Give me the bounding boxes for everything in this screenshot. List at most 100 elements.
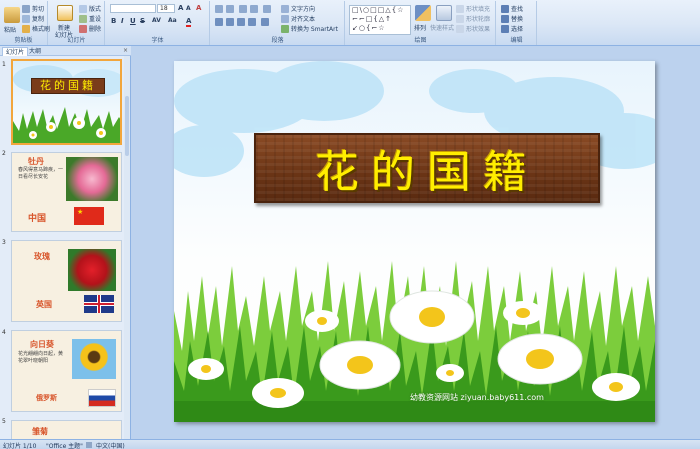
slides-panel: 幻灯片 大纲 × 1 花的国籍 2 牡丹 春风得意马蹄疾，一日看尽长安花 中国 … (0, 46, 131, 439)
smartart-button[interactable]: 转换为 SmartArt (281, 24, 338, 33)
watermark-text: 幼教资源网站 ziyuan.baby611.com (410, 393, 544, 402)
thumb1-title: 花的国籍 (40, 79, 96, 92)
title-board[interactable]: 花的国籍 (254, 133, 600, 203)
shape-fill-button[interactable]: 形状填充 (456, 4, 490, 13)
shapes-gallery[interactable]: □\○□□△{☆ ⌐⌐□{△↑ ↙○{⌐☆ (349, 5, 411, 35)
slide-thumbnail-2[interactable]: 牡丹 春风得意马蹄疾，一日看尽长安花 中国 ★ (11, 152, 122, 232)
spellcheck-icon[interactable] (86, 442, 92, 448)
slide-canvas[interactable]: 花的国籍 幼教资源网站 ziyuan.baby611.com (174, 61, 655, 422)
peony-image (66, 157, 118, 201)
layout-icon (79, 4, 87, 13)
format-painter-button[interactable]: 格式刷 (22, 24, 50, 33)
cut-button[interactable]: 剪切 (22, 4, 44, 13)
smartart-icon (281, 24, 289, 33)
drawing-group: □\○□□△{☆ ⌐⌐□{△↑ ↙○{⌐☆ 排列 快速样式 形状填充 形状轮廓 … (346, 1, 496, 45)
slide-number: 1 (2, 61, 6, 68)
close-icon[interactable]: × (123, 47, 128, 54)
effects-icon (456, 24, 464, 33)
thumb3-country: 英国 (36, 299, 52, 309)
shape-fill-label: 形状填充 (466, 6, 491, 13)
clipboard-group-label: 剪贴板 (14, 37, 33, 44)
slide-title[interactable]: 花的国籍 (256, 135, 598, 201)
status-bar: 幻灯片 1/10 "Office 主题" 中文(中国) (0, 439, 700, 449)
clear-format-button[interactable]: A (196, 4, 201, 12)
align-left-icon[interactable] (215, 18, 223, 26)
italic-button[interactable]: I (121, 17, 124, 25)
paint-bucket-icon (456, 4, 464, 13)
copy-label: 复制 (32, 16, 45, 23)
reset-icon (79, 14, 87, 23)
tab-outline[interactable]: 大纲 (26, 47, 44, 56)
numbering-icon[interactable] (226, 5, 234, 13)
paste-icon[interactable] (4, 7, 20, 23)
slide-thumbnail-4[interactable]: 向日葵 花光翩翩向日起，黄花翠叶晓朝阳 俄罗斯 (11, 330, 122, 412)
arrange-button[interactable]: 排列 (414, 23, 426, 32)
slide-number: 3 (2, 239, 6, 246)
sunflower-image (72, 339, 116, 379)
reset-label: 重设 (89, 16, 102, 23)
font-color-button[interactable]: A (186, 17, 192, 27)
editing-group-label: 编辑 (510, 37, 523, 44)
scrollbar-thumb[interactable] (125, 96, 129, 156)
replace-label: 替换 (511, 16, 524, 23)
shrink-font-button[interactable]: A (186, 5, 191, 12)
align-text-icon (281, 14, 289, 23)
delete-slide-button[interactable]: 删除 (79, 24, 101, 33)
thumb1-art (13, 65, 120, 143)
slide-thumbnail-5[interactable]: 雏菊 (11, 420, 122, 439)
decrease-indent-icon[interactable] (239, 5, 247, 13)
columns-icon[interactable] (261, 18, 269, 26)
quick-styles-button[interactable]: 快速样式 (430, 23, 454, 32)
arrange-icon[interactable] (415, 5, 431, 21)
theme-status: "Office 主题" (46, 443, 83, 449)
font-size-combo[interactable]: 18 (157, 4, 175, 13)
slide-thumbnail-1[interactable]: 花的国籍 (11, 59, 122, 145)
shape-outline-label: 形状轮廓 (466, 16, 491, 23)
thumb5-title: 雏菊 (32, 426, 48, 436)
grow-font-button[interactable]: A (178, 4, 183, 12)
quick-styles-icon[interactable] (436, 5, 452, 21)
format-painter-label: 格式刷 (32, 26, 51, 33)
replace-icon (501, 14, 509, 23)
align-text-button[interactable]: 对齐文本 (281, 14, 315, 23)
language-status[interactable]: 中文(中国) (96, 441, 125, 449)
font-name-combo[interactable] (110, 4, 156, 13)
bullets-icon[interactable] (215, 5, 223, 13)
paragraph-group-label: 段落 (271, 37, 284, 44)
strike-button[interactable]: S (140, 17, 145, 25)
align-right-icon[interactable] (237, 18, 245, 26)
find-label: 查找 (511, 6, 524, 13)
paste-button[interactable]: 粘贴 (4, 25, 16, 34)
shape-effects-label: 形状效果 (466, 26, 491, 33)
change-case-button[interactable]: Aa (168, 17, 177, 24)
layout-button[interactable]: 版式 (79, 4, 101, 13)
line-spacing-icon[interactable] (263, 5, 271, 13)
select-button[interactable]: 选择 (501, 24, 523, 33)
tab-slides[interactable]: 幻灯片 (2, 47, 29, 56)
thumb2-text: 春风得意马蹄疾，一日看尽长安花 (18, 167, 64, 180)
thumb4-text: 花光翩翩向日起，黄花翠叶晓朝阳 (18, 351, 64, 364)
font-group: 18 A A A B I U S AV Aa A 字体 (106, 1, 210, 45)
slide-number: 5 (2, 418, 6, 425)
replace-button[interactable]: 替换 (501, 14, 523, 23)
increase-indent-icon[interactable] (250, 5, 258, 13)
bold-button[interactable]: B (111, 17, 116, 25)
text-direction-button[interactable]: 文字方向 (281, 4, 315, 13)
underline-button[interactable]: U (130, 17, 136, 25)
copy-button[interactable]: 复制 (22, 14, 44, 23)
smartart-label: 转换为 SmartArt (291, 26, 338, 33)
panel-scrollbar[interactable] (124, 56, 130, 439)
flag-cross-v-red (98, 295, 100, 313)
justify-icon[interactable] (248, 18, 256, 26)
delete-icon (79, 24, 87, 33)
shape-effects-button[interactable]: 形状效果 (456, 24, 490, 33)
find-button[interactable]: 查找 (501, 4, 523, 13)
reset-button[interactable]: 重设 (79, 14, 101, 23)
slide-thumbnail-3[interactable]: 玫瑰 英国 (11, 240, 122, 322)
text-direction-label: 文字方向 (291, 6, 316, 13)
char-spacing-button[interactable]: AV (152, 17, 161, 24)
uk-flag-icon (84, 295, 114, 313)
new-slide-icon[interactable] (57, 5, 73, 21)
align-center-icon[interactable] (226, 18, 234, 26)
shape-outline-button[interactable]: 形状轮廓 (456, 14, 490, 23)
